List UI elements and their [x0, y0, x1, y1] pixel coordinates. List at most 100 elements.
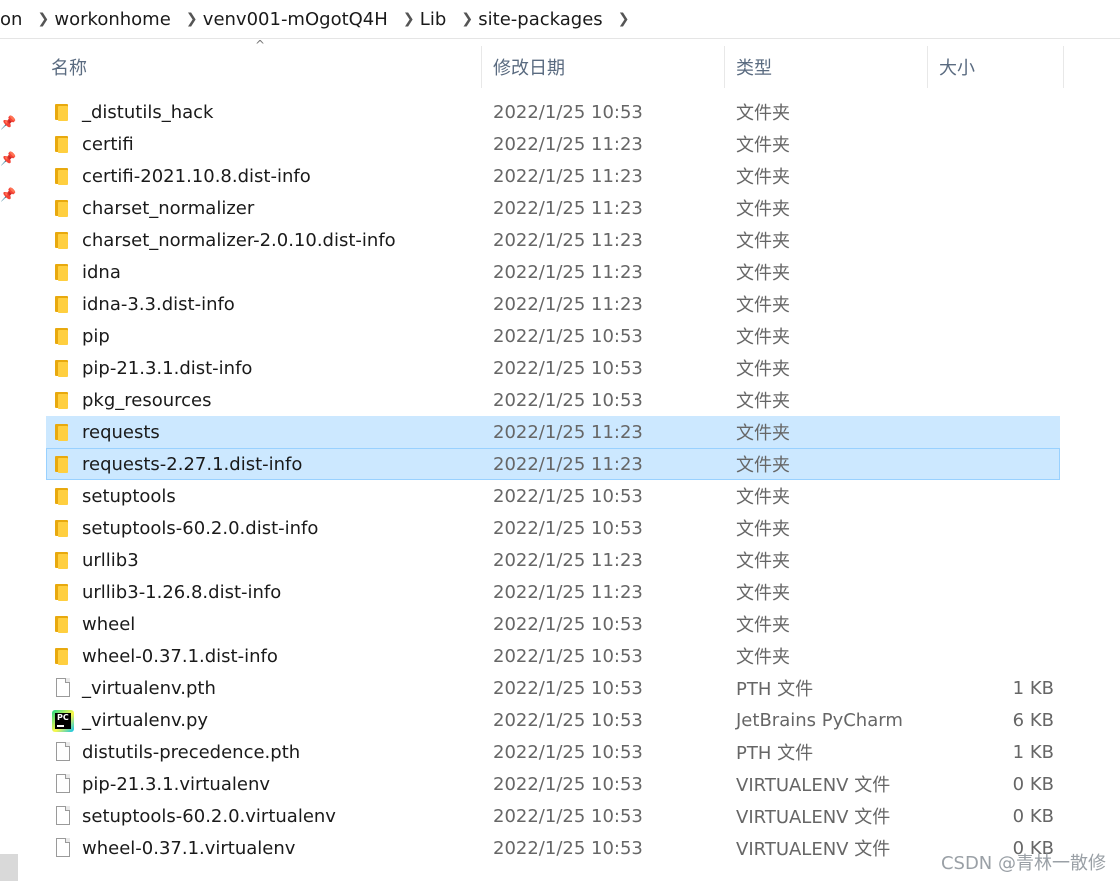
sort-ascending-icon: ^ — [255, 38, 266, 52]
file-name: _virtualenv.py — [82, 709, 209, 731]
file-list-row[interactable]: pip-21.3.1.dist-info 2022/1/25 10:53 文件夹 — [46, 352, 1060, 384]
file-type: 文件夹 — [736, 327, 790, 348]
file-list-row[interactable]: requests-2.27.1.dist-info 2022/1/25 11:23… — [46, 448, 1060, 480]
modified-date: 2022/1/25 10:53 — [493, 837, 643, 859]
column-header-date[interactable]: 修改日期 — [482, 46, 725, 88]
folder-icon — [52, 390, 74, 410]
column-header-name-label: 名称 — [51, 58, 87, 79]
file-name: pip-21.3.1.virtualenv — [82, 773, 271, 795]
file-type: 文件夹 — [736, 391, 790, 412]
file-list-row[interactable]: idna-3.3.dist-info 2022/1/25 11:23 文件夹 — [46, 288, 1060, 320]
file-list-row[interactable]: PC _virtualenv.py 2022/1/25 10:53 JetBrains… — [46, 704, 1060, 736]
file-list-row[interactable]: charset_normalizer 2022/1/25 11:23 文件夹 — [46, 192, 1060, 224]
modified-date: 2022/1/25 10:53 — [493, 645, 643, 667]
file-name: charset_normalizer-2.0.10.dist-info — [82, 229, 396, 251]
file-icon — [52, 742, 74, 762]
file-list-row[interactable]: setuptools-60.2.0.virtualenv 2022/1/25 10… — [46, 800, 1060, 832]
file-list-row[interactable]: wheel-0.37.1.dist-info 2022/1/25 10:53 文件夹 — [46, 640, 1060, 672]
file-type: 文件夹 — [736, 359, 790, 380]
file-type: 文件夹 — [736, 167, 790, 188]
chevron-right-icon[interactable]: ❯ — [181, 11, 203, 27]
file-list-row[interactable]: certifi-2021.10.8.dist-info 2022/1/25 11:… — [46, 160, 1060, 192]
file-type: VIRTUALENV 文件 — [736, 839, 891, 860]
pin-icon[interactable]: 📌 — [0, 116, 16, 131]
file-name: distutils-precedence.pth — [82, 741, 301, 763]
file-explorer-window: on ❯ workonhome ❯ venv001-mOgotQ4H ❯ Lib… — [0, 0, 1120, 881]
file-type: 文件夹 — [736, 551, 790, 572]
pin-icon[interactable]: 📌 — [0, 188, 16, 203]
file-list-row[interactable]: pip 2022/1/25 10:53 文件夹 — [46, 320, 1060, 352]
modified-date: 2022/1/25 10:53 — [493, 613, 643, 635]
folder-icon — [52, 454, 74, 474]
column-header: 名称 ^ 修改日期 类型 大小 — [40, 38, 1064, 88]
file-size: 1 KB — [1012, 677, 1054, 699]
breadcrumb-item-site-packages[interactable]: site-packages — [478, 9, 612, 30]
file-type: 文件夹 — [736, 423, 790, 444]
folder-icon — [52, 550, 74, 570]
file-name: idna — [82, 261, 121, 283]
file-type: 文件夹 — [736, 231, 790, 252]
chevron-right-icon[interactable]: ❯ — [398, 11, 420, 27]
folder-icon — [52, 198, 74, 218]
file-list-row[interactable]: pip-21.3.1.virtualenv 2022/1/25 10:53 VIRT… — [46, 768, 1060, 800]
file-list-row[interactable]: setuptools 2022/1/25 10:53 文件夹 — [46, 480, 1060, 512]
file-list-row[interactable]: _distutils_hack 2022/1/25 10:53 文件夹 — [46, 96, 1060, 128]
breadcrumb-item-on[interactable]: on — [0, 9, 32, 30]
column-header-size[interactable]: 大小 — [928, 46, 1064, 88]
chevron-right-icon[interactable]: ❯ — [456, 11, 478, 27]
pycharm-icon: PC — [52, 710, 74, 732]
modified-date: 2022/1/25 10:53 — [493, 709, 643, 731]
modified-date: 2022/1/25 10:53 — [493, 805, 643, 827]
modified-date: 2022/1/25 11:23 — [493, 581, 643, 603]
column-header-date-label: 修改日期 — [493, 58, 565, 79]
file-name: wheel-0.37.1.virtualenv — [82, 837, 296, 859]
modified-date: 2022/1/25 11:23 — [493, 261, 643, 283]
column-header-size-label: 大小 — [939, 58, 975, 79]
modified-date: 2022/1/25 10:53 — [493, 517, 643, 539]
modified-date: 2022/1/25 10:53 — [493, 325, 643, 347]
breadcrumb-item-lib[interactable]: Lib — [420, 9, 456, 30]
folder-icon — [52, 262, 74, 282]
file-name: requests — [82, 421, 160, 443]
file-list-row[interactable]: wheel 2022/1/25 10:53 文件夹 — [46, 608, 1060, 640]
modified-date: 2022/1/25 10:53 — [493, 101, 643, 123]
file-list-row[interactable]: certifi 2022/1/25 11:23 文件夹 — [46, 128, 1060, 160]
file-name: pip — [82, 325, 110, 347]
file-name: setuptools-60.2.0.dist-info — [82, 517, 319, 539]
nav-pane-scrollbar-thumb[interactable] — [0, 854, 18, 881]
chevron-right-icon[interactable]: ❯ — [32, 11, 54, 27]
file-list-row[interactable]: requests 2022/1/25 11:23 文件夹 — [46, 416, 1060, 448]
folder-icon — [52, 358, 74, 378]
file-name: _virtualenv.pth — [82, 677, 216, 699]
file-list-row[interactable]: distutils-precedence.pth 2022/1/25 10:53 P… — [46, 736, 1060, 768]
breadcrumb[interactable]: on ❯ workonhome ❯ venv001-mOgotQ4H ❯ Lib… — [0, 0, 1120, 39]
file-list-row[interactable]: charset_normalizer-2.0.10.dist-info 2022/… — [46, 224, 1060, 256]
file-type: 文件夹 — [736, 519, 790, 540]
navigation-pane: 📌 📌 📌 — [0, 40, 20, 881]
breadcrumb-item-venv[interactable]: venv001-mOgotQ4H — [203, 9, 398, 30]
breadcrumb-item-workonhome[interactable]: workonhome — [54, 9, 180, 30]
chevron-right-icon[interactable]: ❯ — [613, 11, 635, 27]
file-name: certifi-2021.10.8.dist-info — [82, 165, 311, 187]
modified-date: 2022/1/25 11:23 — [493, 453, 643, 475]
file-type: VIRTUALENV 文件 — [736, 807, 891, 828]
file-list-row[interactable]: pkg_resources 2022/1/25 10:53 文件夹 — [46, 384, 1060, 416]
column-header-type[interactable]: 类型 — [725, 46, 928, 88]
file-list-row[interactable]: urllib3 2022/1/25 11:23 文件夹 — [46, 544, 1060, 576]
column-header-name[interactable]: 名称 ^ — [40, 38, 482, 88]
file-name: setuptools — [82, 485, 176, 507]
modified-date: 2022/1/25 10:53 — [493, 357, 643, 379]
file-name: idna-3.3.dist-info — [82, 293, 235, 315]
file-list-row[interactable]: urllib3-1.26.8.dist-info 2022/1/25 11:23 文… — [46, 576, 1060, 608]
modified-date: 2022/1/25 11:23 — [493, 165, 643, 187]
file-type: PTH 文件 — [736, 679, 814, 700]
file-list-row[interactable]: wheel-0.37.1.virtualenv 2022/1/25 10:53 VI… — [46, 832, 1060, 864]
folder-icon — [52, 134, 74, 154]
watermark: CSDN @青林一散修 — [940, 853, 1106, 874]
file-type: 文件夹 — [736, 455, 790, 476]
file-list-row[interactable]: setuptools-60.2.0.dist-info 2022/1/25 10:… — [46, 512, 1060, 544]
file-list-row[interactable]: _virtualenv.pth 2022/1/25 10:53 PTH 文件 1 KB — [46, 672, 1060, 704]
folder-icon — [52, 614, 74, 634]
file-list-row[interactable]: idna 2022/1/25 11:23 文件夹 — [46, 256, 1060, 288]
pin-icon[interactable]: 📌 — [0, 152, 16, 167]
